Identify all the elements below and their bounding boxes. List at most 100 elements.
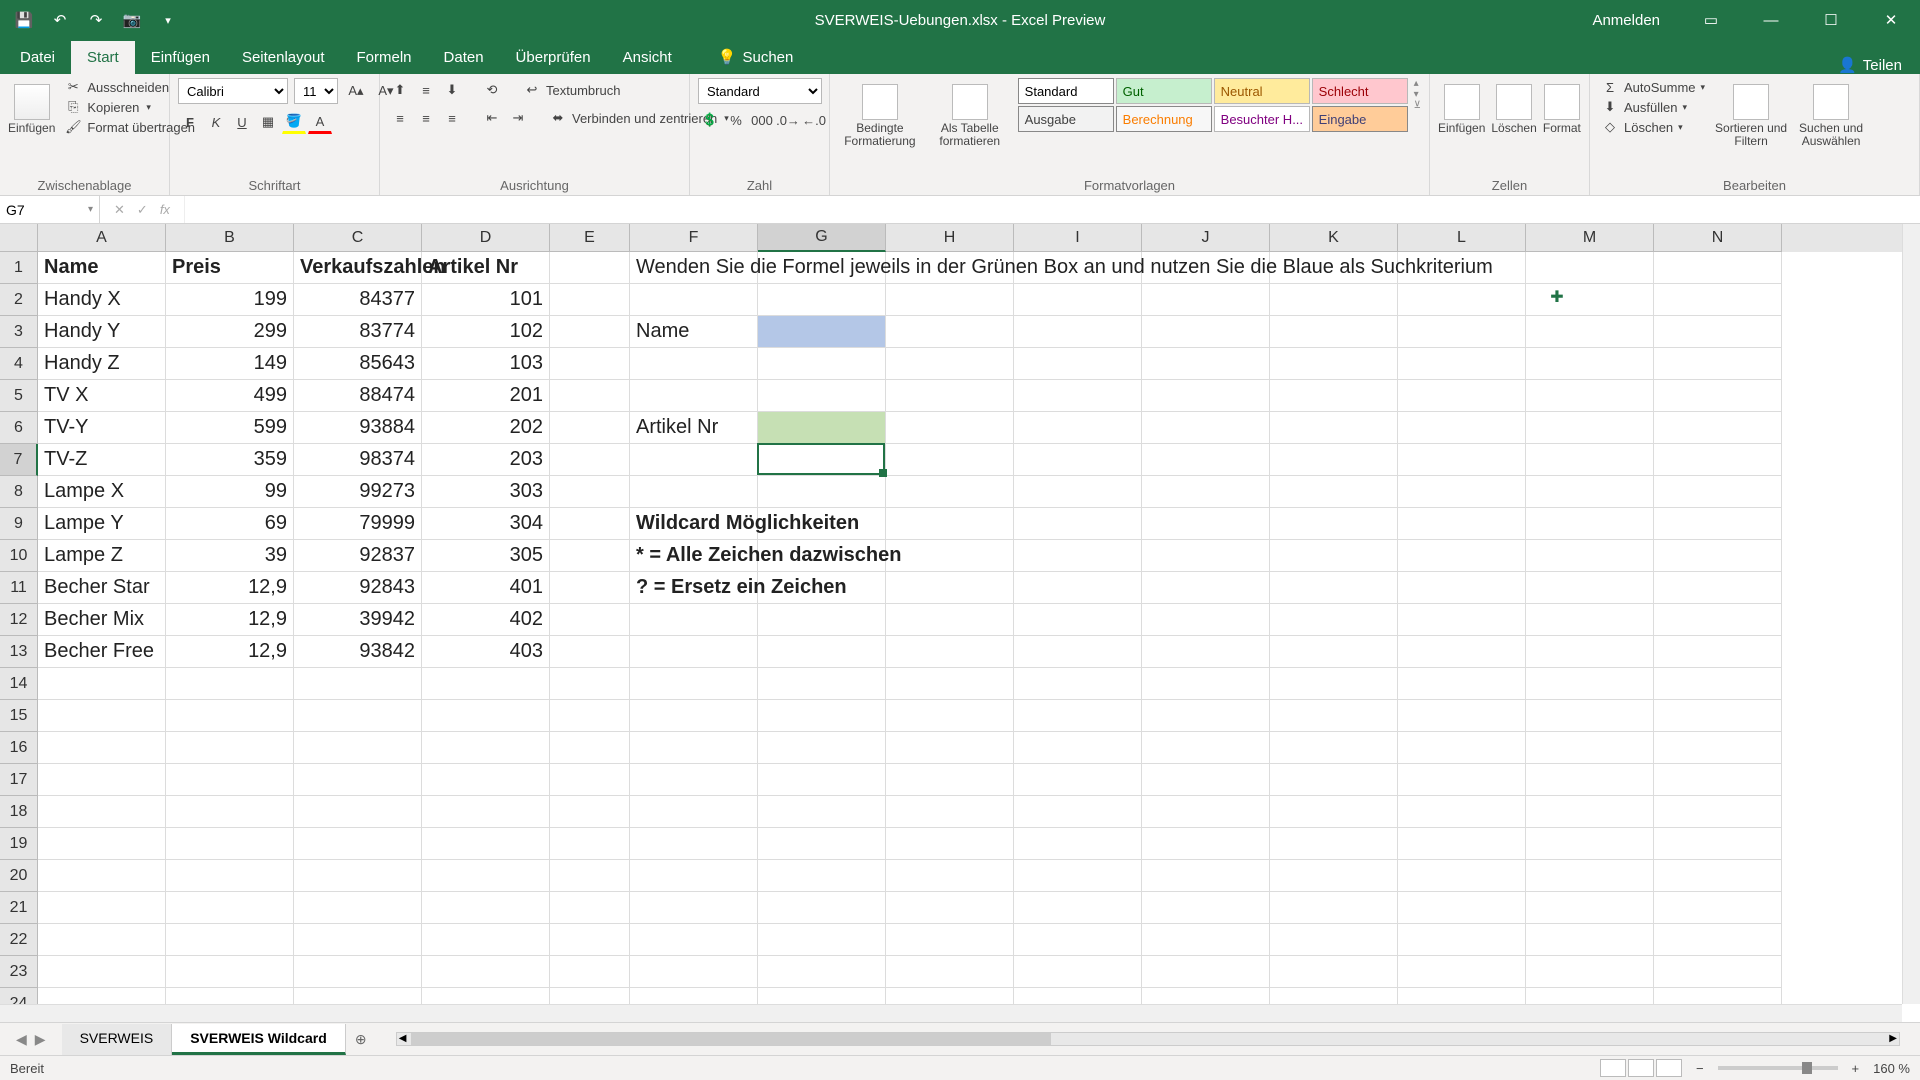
cell[interactable]: Name <box>38 252 166 284</box>
share-button[interactable]: 👤 Teilen <box>1838 56 1902 74</box>
cell[interactable] <box>886 796 1014 828</box>
cell[interactable] <box>1270 924 1398 956</box>
cell[interactable] <box>1654 508 1782 540</box>
cell[interactable] <box>422 924 550 956</box>
cell[interactable] <box>1014 444 1142 476</box>
cell[interactable] <box>758 700 886 732</box>
cell[interactable]: Verkaufszahlen <box>294 252 422 284</box>
cell[interactable]: TV-Y <box>38 412 166 444</box>
cell[interactable] <box>294 764 422 796</box>
cell[interactable] <box>166 764 294 796</box>
cell[interactable] <box>550 604 630 636</box>
cell[interactable] <box>38 700 166 732</box>
cell[interactable] <box>1014 508 1142 540</box>
gallery-down-icon[interactable]: ▾ <box>1414 89 1421 100</box>
font-color-button[interactable]: A <box>308 110 332 134</box>
cell[interactable] <box>1014 540 1142 572</box>
column-header[interactable]: H <box>886 224 1014 252</box>
cell[interactable]: 202 <box>422 412 550 444</box>
sign-in-link[interactable]: Anmelden <box>1592 12 1660 29</box>
fill-button[interactable]: ⬇Ausfüllen▾ <box>1598 98 1708 116</box>
cell[interactable]: Becher Free <box>38 636 166 668</box>
cell[interactable] <box>1270 572 1398 604</box>
cell[interactable] <box>630 860 758 892</box>
cell[interactable] <box>1654 668 1782 700</box>
cell[interactable] <box>1526 860 1654 892</box>
cell[interactable] <box>886 668 1014 700</box>
cell[interactable] <box>1526 316 1654 348</box>
cell[interactable] <box>886 412 1014 444</box>
row-header[interactable]: 18 <box>0 796 38 828</box>
ribbon-tab-start[interactable]: Start <box>71 41 135 74</box>
align-bottom-icon[interactable]: ⬇ <box>440 78 464 102</box>
cell[interactable] <box>1142 860 1270 892</box>
cell[interactable] <box>1142 732 1270 764</box>
cell[interactable]: 199 <box>166 284 294 316</box>
save-icon[interactable]: 💾 <box>8 4 40 36</box>
cell[interactable] <box>1398 764 1526 796</box>
row-header[interactable]: 13 <box>0 636 38 668</box>
cancel-formula-icon[interactable]: ✕ <box>114 202 125 218</box>
comma-format-icon[interactable]: 000 <box>750 108 774 132</box>
cell[interactable] <box>1526 508 1654 540</box>
cell[interactable]: 102 <box>422 316 550 348</box>
cell[interactable]: 93842 <box>294 636 422 668</box>
cell[interactable] <box>758 284 886 316</box>
row-header[interactable]: 15 <box>0 700 38 732</box>
cell[interactable] <box>1654 380 1782 412</box>
cell[interactable] <box>1654 956 1782 988</box>
cell[interactable] <box>1654 924 1782 956</box>
accounting-format-icon[interactable]: 💲 <box>698 108 722 132</box>
cell[interactable] <box>1142 316 1270 348</box>
cell[interactable] <box>1142 412 1270 444</box>
maximize-icon[interactable]: ☐ <box>1802 0 1860 40</box>
cell[interactable]: ? = Ersetz ein Zeichen <box>630 572 1014 604</box>
cell[interactable] <box>1654 412 1782 444</box>
cell[interactable] <box>422 764 550 796</box>
cell[interactable]: 98374 <box>294 444 422 476</box>
ribbon-tab-daten[interactable]: Daten <box>428 41 500 74</box>
format-as-table-button[interactable]: Als Tabelle formatieren <box>928 78 1012 148</box>
cell[interactable] <box>630 604 758 636</box>
cell[interactable]: 403 <box>422 636 550 668</box>
row-header[interactable]: 21 <box>0 892 38 924</box>
cell[interactable] <box>886 860 1014 892</box>
ribbon-tab-formeln[interactable]: Formeln <box>341 41 428 74</box>
row-header[interactable]: 19 <box>0 828 38 860</box>
cell[interactable]: 83774 <box>294 316 422 348</box>
cell[interactable] <box>1526 668 1654 700</box>
format-cells-button[interactable]: Format <box>1543 78 1581 135</box>
cell[interactable] <box>1526 732 1654 764</box>
cell[interactable] <box>1398 700 1526 732</box>
cell[interactable] <box>550 700 630 732</box>
ribbon-display-icon[interactable]: ▭ <box>1682 0 1740 40</box>
cell[interactable] <box>294 892 422 924</box>
row-header[interactable]: 1 <box>0 252 38 284</box>
cell[interactable] <box>1142 540 1270 572</box>
cell[interactable] <box>630 764 758 796</box>
cell[interactable] <box>38 732 166 764</box>
cell[interactable] <box>550 956 630 988</box>
cell[interactable] <box>550 252 630 284</box>
cell[interactable] <box>550 892 630 924</box>
cell[interactable] <box>550 764 630 796</box>
cell[interactable] <box>422 796 550 828</box>
cell[interactable] <box>294 668 422 700</box>
cell[interactable] <box>1270 540 1398 572</box>
cell[interactable] <box>1014 476 1142 508</box>
cell[interactable] <box>1398 892 1526 924</box>
cell[interactable] <box>1654 604 1782 636</box>
cell[interactable]: Handy X <box>38 284 166 316</box>
redo-icon[interactable]: ↷ <box>80 4 112 36</box>
cell[interactable] <box>886 636 1014 668</box>
cell[interactable] <box>1014 348 1142 380</box>
cell[interactable]: 304 <box>422 508 550 540</box>
cell[interactable] <box>550 636 630 668</box>
cell[interactable] <box>1654 860 1782 892</box>
cell[interactable] <box>886 764 1014 796</box>
cell[interactable] <box>38 764 166 796</box>
cell[interactable] <box>294 828 422 860</box>
cell[interactable] <box>886 284 1014 316</box>
align-top-icon[interactable]: ⬆ <box>388 78 412 102</box>
cell[interactable]: 12,9 <box>166 572 294 604</box>
